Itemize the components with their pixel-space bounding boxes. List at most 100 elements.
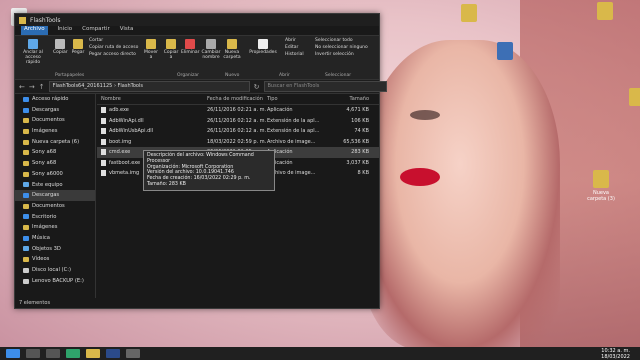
file-list: Nombre Fecha de modificación Tipo Tamaño… [97, 94, 379, 298]
folder-icon [23, 203, 29, 209]
photoshop-icon[interactable] [106, 349, 120, 358]
sidebar-item-label: Objetos 3D [32, 245, 61, 252]
sidebar-item[interactable]: Sony a68 [15, 158, 95, 169]
file-row[interactable]: AdbWinUsbApi.dll 26/11/2016 02:12 a. m. Ex… [97, 126, 379, 137]
sidebar-item[interactable]: Imágenes [15, 222, 95, 233]
clock[interactable]: 10:32 a. m. 18/03/2022 [601, 348, 630, 360]
history-button[interactable]: Historial [285, 52, 304, 57]
desktop-icon[interactable] [488, 42, 522, 62]
column-name[interactable]: Nombre [97, 94, 207, 104]
forward-arrow-icon[interactable]: → [29, 83, 35, 91]
desktop-icon-nueva-carpeta[interactable]: Nueva carpeta (3) [584, 170, 618, 202]
folder-icon [23, 257, 29, 263]
paste-button[interactable]: Pegar [71, 39, 85, 55]
new-folder-button[interactable]: Nueva carpeta [223, 39, 241, 60]
sidebar-item[interactable]: Acceso rápido [15, 94, 95, 105]
windows-start-icon[interactable] [6, 349, 20, 358]
folder-icon [597, 2, 613, 20]
sidebar-item[interactable]: Imágenes [15, 126, 95, 137]
window-title: FlashTools [30, 16, 61, 24]
sidebar-item[interactable]: Sony a68 [15, 147, 95, 158]
ribbon-tabs: Archivo Inicio Compartir Vista [15, 26, 379, 35]
tab-inicio[interactable]: Inicio [58, 26, 73, 35]
new-folder-icon [227, 39, 237, 49]
copy-button[interactable]: Copiar [53, 39, 68, 55]
properties-button[interactable]: Propiedades [249, 39, 277, 55]
sidebar-item-label: Documentos [32, 202, 65, 209]
sidebar-item[interactable]: Disco local (C:) [15, 265, 95, 276]
copy-path-button[interactable]: Copiar ruta de acceso [89, 45, 138, 50]
desktop-icon[interactable] [588, 2, 622, 22]
sidebar-item[interactable]: Música [15, 233, 95, 244]
file-date: 26/11/2016 02:21 a. m. [207, 107, 267, 113]
sidebar-item[interactable]: Escritorio [15, 212, 95, 223]
paste-shortcut-button[interactable]: Pegar acceso directo [89, 52, 136, 57]
invert-selection-button[interactable]: Invertir selección [315, 52, 354, 57]
file-explorer-icon[interactable] [86, 349, 100, 358]
tab-compartir[interactable]: Compartir [82, 26, 110, 35]
task-view-icon[interactable] [46, 349, 60, 358]
folder-icon [23, 150, 29, 156]
back-arrow-icon[interactable]: ← [19, 83, 25, 91]
status-bar: 7 elementos [19, 300, 51, 306]
pin-quick-access-button[interactable]: Anclar al acceso rápido [19, 39, 47, 65]
edge-icon[interactable] [66, 349, 80, 358]
rename-icon [206, 39, 216, 49]
group-label: Abrir [279, 73, 290, 78]
desktop-icon[interactable] [452, 4, 486, 24]
file-row[interactable]: AdbWinApi.dll 26/11/2016 02:12 a. m. Exten… [97, 116, 379, 127]
cut-button[interactable]: Cortar [89, 38, 103, 43]
tab-archivo[interactable]: Archivo [21, 26, 48, 35]
search-icon[interactable] [26, 349, 40, 358]
folder-icon [23, 278, 29, 284]
refresh-icon[interactable]: ↻ [254, 83, 260, 91]
file-row[interactable]: adb.exe 26/11/2016 02:21 a. m. Aplicación 4… [97, 105, 379, 116]
file-size: 8 KB [357, 170, 369, 176]
sidebar-item[interactable]: Nueva carpeta (6) [15, 137, 95, 148]
pin-icon [28, 39, 38, 49]
sidebar-item[interactable]: Objetos 3D [15, 244, 95, 255]
column-size[interactable]: Tamaño [319, 94, 373, 104]
sidebar-item[interactable]: Vídeos [15, 254, 95, 265]
file-tooltip: Descripción del archivo: Windows Command… [143, 150, 275, 191]
select-none-button[interactable]: No seleccionar ninguno [315, 45, 368, 50]
delete-button[interactable]: Eliminar [181, 39, 199, 55]
open-button[interactable]: Abrir [285, 38, 296, 43]
group-label: Portapapeles [55, 73, 85, 78]
sidebar-item-label: Acceso rápido [32, 96, 69, 102]
file-name-text: fastboot.exe [109, 159, 141, 166]
desktop-icon[interactable] [620, 88, 640, 108]
copy-to-button[interactable]: Copiar a [163, 39, 179, 60]
folder-icon [23, 160, 29, 166]
column-date[interactable]: Fecha de modificación [207, 94, 267, 104]
file-name-text: vbmeta.img [109, 170, 140, 176]
taskbar: 10:32 a. m. 18/03/2022 [0, 347, 640, 360]
navigation-pane: Acceso rápido Descargas Documentos Imágenes… [15, 94, 96, 298]
sidebar-item[interactable]: Este equipo [15, 180, 95, 191]
file-row[interactable]: boot.img 18/03/2022 02:59 p. m. Archivo de… [97, 137, 379, 148]
search-input[interactable]: Buscar en FlashTools [263, 81, 387, 92]
sidebar-item[interactable]: Descargas [15, 105, 95, 116]
sidebar-item-label: Este equipo [32, 181, 63, 188]
move-to-button[interactable]: Mover a [143, 39, 159, 60]
sidebar-item[interactable]: Documentos [15, 115, 95, 126]
sidebar-item[interactable]: Descargas [15, 190, 95, 201]
sidebar-item-label: Lenovo BACKUP (E:) [32, 277, 84, 284]
edit-button[interactable]: Editar [285, 45, 298, 50]
column-headers: Nombre Fecha de modificación Tipo Tamaño [97, 94, 379, 105]
column-type[interactable]: Tipo [267, 94, 319, 104]
sidebar-item[interactable]: Lenovo BACKUP (E:) [15, 276, 95, 287]
folder-icon [23, 246, 29, 252]
tab-vista[interactable]: Vista [120, 26, 134, 35]
rename-button[interactable]: Cambiar nombre [201, 39, 221, 60]
copy-icon [55, 39, 65, 49]
sidebar-item-label: Vídeos [32, 256, 50, 263]
address-path[interactable]: FlashTools64_20161125 › FlashTools [48, 81, 250, 92]
sidebar-item[interactable]: Documentos [15, 201, 95, 212]
paste-icon [73, 39, 83, 49]
up-arrow-icon[interactable]: ↑ [39, 83, 45, 91]
sidebar-item[interactable]: Sony a6000 [15, 169, 95, 180]
app-icon[interactable] [126, 349, 140, 358]
file-name-text: adb.exe [109, 107, 129, 113]
select-all-button[interactable]: Seleccionar todo [315, 38, 353, 43]
